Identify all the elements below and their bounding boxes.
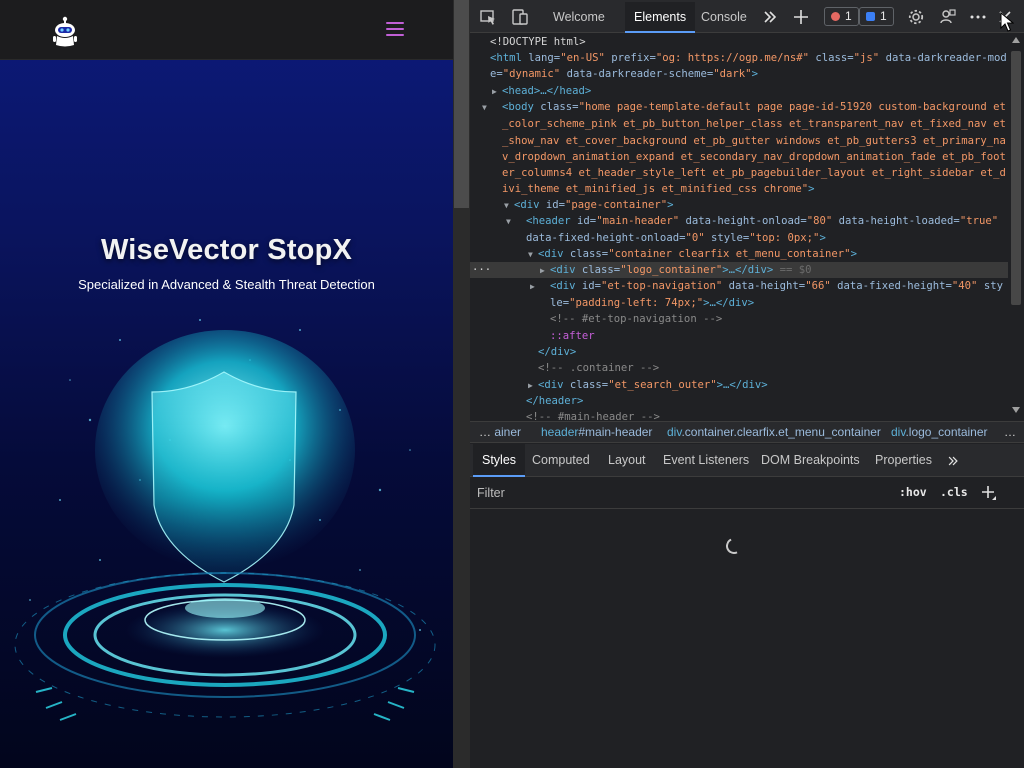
tab-elements[interactable]: Elements [625,2,696,33]
settings-gear-icon[interactable] [907,8,925,26]
more-sidebar-tabs-chevron-icon[interactable] [946,454,960,468]
more-options-icon[interactable] [969,8,987,26]
styles-pane [470,510,1024,768]
hover-state-toggle[interactable]: :hov [899,485,927,499]
tab-event-listeners[interactable]: Event Listeners [654,444,758,477]
error-icon [831,12,840,21]
device-emulation-icon[interactable] [511,8,529,26]
sidebar-tabs: Styles Computed Layout Event Listeners D… [470,444,1024,477]
breadcrumb-main-header[interactable]: header#main-header [541,422,652,442]
issues-badge[interactable]: 1 [859,7,894,26]
dom-tree-scrollbar-thumb[interactable] [1011,51,1021,305]
customize-user-icon[interactable] [939,8,957,26]
dom-comment-main-header[interactable]: <!-- #main-header --> [526,409,1008,420]
breadcrumb-more[interactable]: … ainer [479,422,521,442]
robot-logo-icon[interactable] [50,16,80,48]
dom-node-page-container[interactable]: ▼ <div id="page-container"> [504,197,1008,213]
dom-tree[interactable]: <!DOCTYPE html> <html lang="en-US" prefi… [470,33,1008,420]
dom-pseudo-after[interactable]: ::after [550,328,1008,344]
dom-comment-container[interactable]: <!-- .container --> [538,360,1008,376]
more-tabs-chevron-icon[interactable] [761,8,779,26]
breadcrumb-logo-container[interactable]: div.logo_container [891,422,988,442]
breadcrumb-menu-container[interactable]: div.container.clearfix.et_menu_container [667,422,881,442]
errors-badge[interactable]: 1 [824,7,859,26]
dom-node-search-outer[interactable]: ▶ <div class="et_search_outer">…</div> [528,377,1008,393]
errors-count: 1 [845,9,852,23]
loading-spinner-icon [723,535,745,557]
devtools-panel: Welcome Elements Console 1 1 <!DOCTYPE h… [470,0,1024,768]
hamburger-menu-icon[interactable] [386,22,404,36]
breadcrumb-overflow[interactable]: … [1004,422,1016,442]
styles-filter-bar: :hov .cls [470,478,1024,509]
new-style-rule-icon[interactable] [980,484,998,502]
tab-dom-breakpoints[interactable]: DOM Breakpoints [752,444,869,477]
page-scrollbar[interactable] [453,0,470,768]
dom-comment-top-navigation[interactable]: <!-- #et-top-navigation --> [550,311,1008,327]
breadcrumb: … ainer header#main-header div.container… [470,421,1024,443]
class-toggle[interactable]: .cls [940,485,968,499]
devtools-toolbar: Welcome Elements Console 1 1 [470,0,1024,33]
dom-node-menu-container[interactable]: ▼ <div class="container clearfix et_menu_… [528,246,1008,262]
tab-console[interactable]: Console [692,2,756,33]
styles-filter-input[interactable] [472,482,886,504]
mouse-cursor-icon [1000,12,1014,32]
inspect-element-icon[interactable] [479,8,497,26]
tab-computed[interactable]: Computed [523,444,599,477]
styles-scrollbar[interactable] [1008,510,1024,768]
dom-close-div[interactable]: </div> [538,344,1008,360]
hero-subtitle: Specialized in Advanced & Stealth Threat… [78,277,375,292]
website-viewport: WiseVector StopX Specialized in Advanced… [0,0,453,768]
hero-title: WiseVector StopX [100,234,353,266]
dom-node-body[interactable]: ▼ <body class="home page-template-default… [482,99,1007,198]
scroll-down-arrow-icon[interactable] [1012,407,1020,413]
scroll-up-arrow-icon[interactable] [1012,37,1020,43]
add-tab-icon[interactable] [792,8,810,26]
issues-count: 1 [880,9,887,23]
page-scrollbar-thumb[interactable] [454,0,469,208]
dom-node-logo-container[interactable]: ··· ▶ <div class="logo_container">…</div> … [470,262,1008,279]
issue-icon [866,12,875,21]
dom-node-doctype[interactable]: <!DOCTYPE html> [490,34,1008,50]
tab-properties[interactable]: Properties [866,444,941,477]
dom-tree-scrollbar[interactable] [1008,33,1024,420]
shield-hologram-illustration [14,319,436,721]
dom-node-html[interactable]: <html lang="en-US" prefix="og: https://o… [490,50,1008,83]
dom-node-head[interactable]: ▶ <head>…</head> [492,83,1008,99]
dom-node-main-header[interactable]: ▼ <header id="main-header" data-height-on… [506,213,1006,247]
dom-node-top-navigation[interactable]: ▶ <div id="et-top-navigation" data-height… [530,278,1006,312]
tab-styles[interactable]: Styles [473,444,526,477]
tab-layout[interactable]: Layout [599,444,655,477]
dom-close-header[interactable]: </header> [526,393,1008,409]
site-header [0,0,453,60]
tab-welcome[interactable]: Welcome [544,2,614,33]
